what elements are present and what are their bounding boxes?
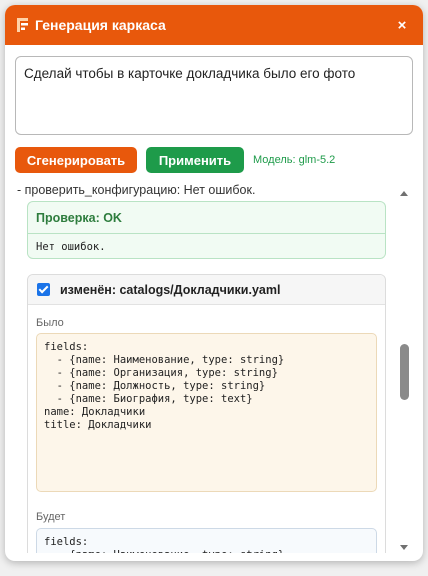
scrollbar-thumb[interactable]: [400, 344, 409, 400]
file-change-card: изменён: catalogs/Докладчики.yaml Было f…: [27, 274, 386, 553]
after-label: Будет: [36, 511, 66, 523]
prompt-input[interactable]: Сделай чтобы в карточке докладчика было …: [15, 56, 413, 135]
close-icon[interactable]: ×: [393, 17, 411, 34]
check-result-text: Нет ошибок.: [36, 241, 106, 253]
file-change-header: изменён: catalogs/Докладчики.yaml: [28, 275, 385, 305]
scroll-down-arrow-icon[interactable]: [400, 545, 408, 550]
app-logo-icon: [17, 18, 29, 32]
model-label: Модель: glm-5.2: [253, 154, 336, 166]
divider: [28, 233, 385, 234]
apply-file-checkbox[interactable]: [37, 283, 50, 296]
scrollbar[interactable]: [398, 183, 411, 553]
apply-button[interactable]: Применить: [146, 147, 244, 173]
after-code: fields: - {name: Наименование, type: str…: [36, 528, 377, 553]
before-code: fields: - {name: Наименование, type: str…: [36, 333, 377, 492]
check-result-title: Проверка: OK: [36, 211, 122, 225]
before-label: Было: [36, 317, 64, 329]
check-result-panel: Проверка: OK Нет ошибок.: [27, 201, 386, 259]
result-scroll-area[interactable]: - проверить_конфигурацию: Нет ошибок. Пр…: [15, 183, 413, 553]
dialog-title: Генерация каркаса: [35, 17, 166, 33]
dialog-header: Генерация каркаса ×: [5, 5, 423, 45]
log-line: - проверить_конфигурацию: Нет ошибок.: [17, 183, 256, 197]
generation-dialog: Генерация каркаса × Сделай чтобы в карто…: [5, 5, 423, 561]
generate-button[interactable]: Сгенерировать: [15, 147, 137, 173]
file-change-title: изменён: catalogs/Докладчики.yaml: [60, 282, 281, 297]
scroll-up-arrow-icon[interactable]: [400, 191, 408, 196]
